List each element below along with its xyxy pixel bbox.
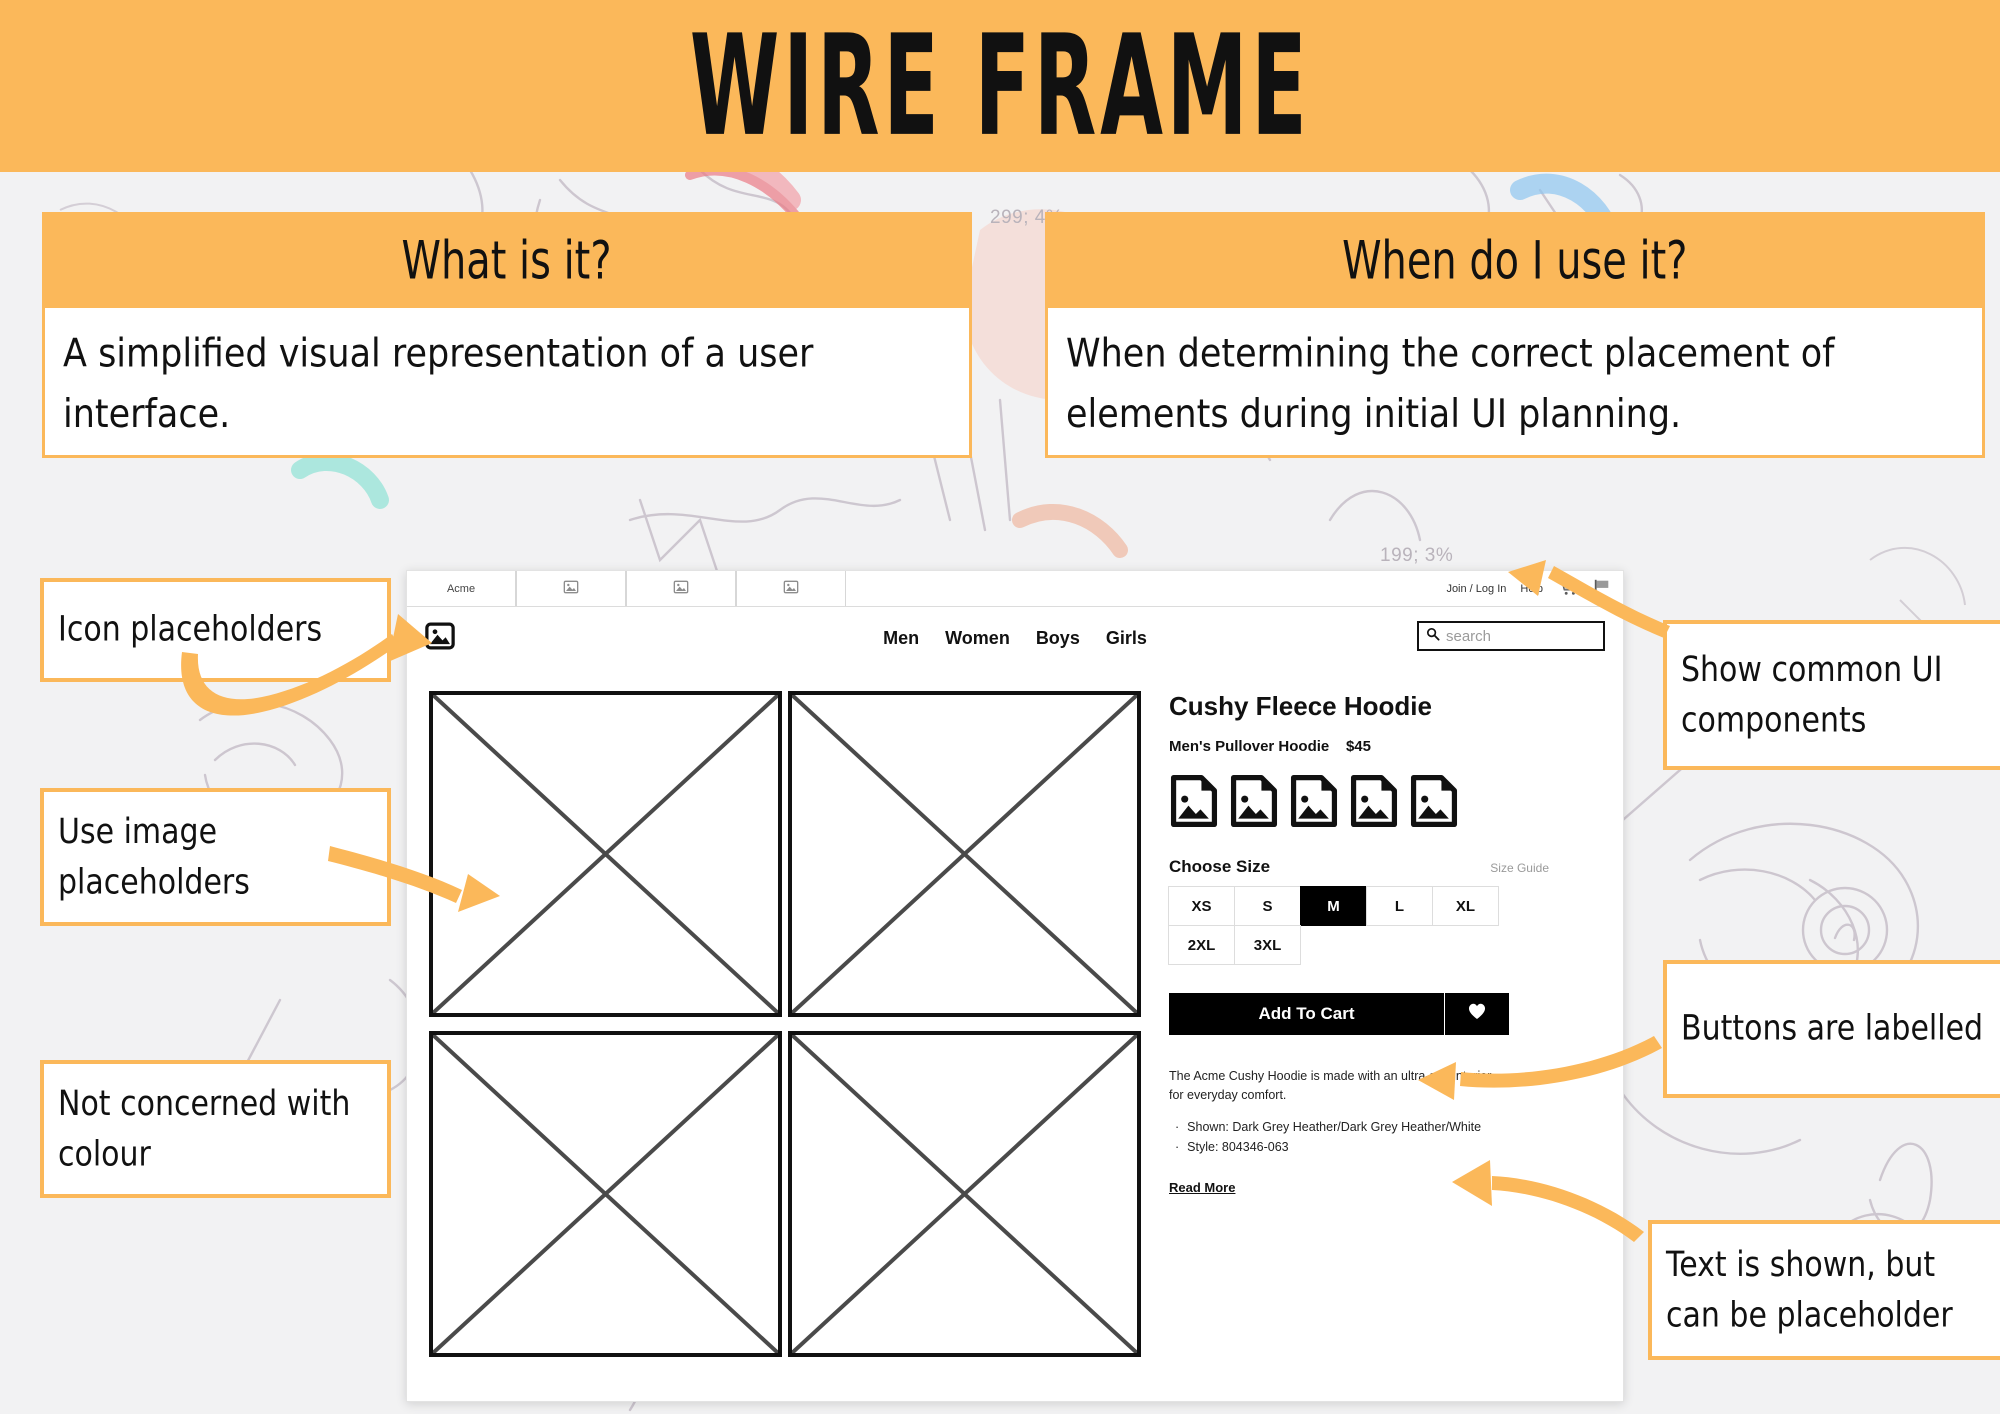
image-icon [673,579,689,598]
cart-icon[interactable] [1557,578,1579,599]
callout-buttons-are-labelled: Buttons are labelled [1663,960,2000,1098]
search-icon [1426,627,1440,646]
image-placeholder-1[interactable] [429,691,782,1017]
flag-icon[interactable] [1593,578,1611,599]
main-navigation: Men Women Boys Girls [883,628,1147,649]
page-title: WIRE FRAME [689,4,1311,168]
nav-item-boys[interactable]: Boys [1036,628,1080,649]
browser-utility-links: Join / Log In Help [1446,571,1623,606]
callout-not-concerned-with-colour: Not concerned with colour [40,1060,391,1198]
image-placeholder-gallery [429,691,1141,1357]
callout-show-common-ui-components: Show common UI components [1663,620,2000,770]
description-bullet-shown: Shown: Dark Grey Heather/Dark Grey Heath… [1175,1117,1509,1138]
size-section-header: Choose Size Size Guide [1169,857,1549,877]
image-placeholder-2[interactable] [788,691,1141,1017]
callout-image-placeholders: Use image placeholders [40,788,391,926]
description-bullet-style: Style: 804346-063 [1175,1137,1509,1158]
site-logo-image-icon[interactable] [425,621,455,656]
size-option-xs[interactable]: XS [1168,886,1235,926]
browser-tab-label: Acme [446,582,476,595]
join-login-link[interactable]: Join / Log In [1446,583,1506,595]
product-subtitle-and-price: Men's Pullover Hoodie $45 [1169,738,1549,755]
heart-icon [1467,1002,1487,1026]
search-placeholder-text: search [1446,627,1492,645]
callout-text: Buttons are labelled [1681,1008,1984,1049]
info-card-when-do-i-use-it: When do I use it? When determining the c… [1045,212,1985,458]
info-card-heading-text: What is it? [401,229,612,291]
image-icon [783,579,799,598]
product-subtitle: Men's Pullover Hoodie [1169,738,1330,755]
size-option-s[interactable]: S [1234,886,1301,926]
product-details: Cushy Fleece Hoodie Men's Pullover Hoodi… [1133,691,1549,1357]
file-image-icon[interactable] [1169,775,1219,827]
size-option-l[interactable]: L [1366,886,1433,926]
product-price: $45 [1345,738,1371,755]
description-text: The Acme Cushy Hoodie is made with an ul… [1169,1069,1492,1102]
site-header: Men Women Boys Girls search [407,607,1623,669]
size-guide-link[interactable]: Size Guide [1490,861,1549,875]
info-card-body-text: A simplified visual representation of a … [63,331,814,438]
info-card-body: A simplified visual representation of a … [42,308,972,458]
callout-text: Icon placeholders [58,609,323,650]
file-image-icon[interactable] [1289,775,1339,827]
wireframe-mockup-window: Acme Join / Log In Help Men Women Boys G… [406,570,1624,1402]
image-placeholder-4[interactable] [788,1031,1141,1357]
header-banner: WIRE FRAME [0,0,2000,172]
description-bullets: Shown: Dark Grey Heather/Dark Grey Heath… [1175,1117,1509,1158]
size-option-xl[interactable]: XL [1432,886,1499,926]
info-card-what-is-it: What is it? A simplified visual represen… [42,212,972,458]
cart-action-row: Add To Cart [1169,993,1509,1035]
callout-text: Use image placeholders [58,811,250,902]
image-icon [563,579,579,598]
info-card-heading-text: When do I use it? [1342,229,1688,291]
browser-tab-4[interactable] [736,571,846,606]
callout-text-is-shown: Text is shown, but can be placeholder [1648,1220,2000,1360]
nav-item-women[interactable]: Women [945,628,1010,649]
info-card-body-text: When determining the correct placement o… [1066,331,1835,438]
help-link[interactable]: Help [1520,583,1543,595]
page-content: Cushy Fleece Hoodie Men's Pullover Hoodi… [407,669,1623,1357]
info-card-heading: What is it? [42,212,972,308]
callout-text: Show common UI components [1681,649,1943,740]
browser-tab-2[interactable] [516,571,626,606]
product-title: Cushy Fleece Hoodie [1169,691,1432,721]
read-more-link[interactable]: Read More [1169,1180,1235,1195]
nav-item-girls[interactable]: Girls [1106,628,1147,649]
file-image-icon[interactable] [1229,775,1279,827]
size-row-2: 2XL 3XL [1168,925,1549,965]
search-input[interactable]: search [1417,621,1605,651]
file-image-icon[interactable] [1349,775,1399,827]
callout-text: Not concerned with colour [58,1083,351,1174]
size-option-m[interactable]: M [1300,886,1367,926]
browser-tab-strip: Acme Join / Log In Help [407,571,1623,607]
favourite-button[interactable] [1444,993,1509,1035]
add-to-cart-button[interactable]: Add To Cart [1169,993,1444,1035]
image-placeholder-3[interactable] [429,1031,782,1357]
callout-icon-placeholders: Icon placeholders [40,578,391,682]
size-option-3xl[interactable]: 3XL [1234,925,1301,965]
size-row-1: XS S M L XL [1168,886,1549,926]
background-number-mid: 199; 3% [1380,545,1454,566]
info-card-body: When determining the correct placement o… [1045,308,1985,458]
browser-tab-acme[interactable]: Acme [407,571,516,606]
product-description: The Acme Cushy Hoodie is made with an ul… [1169,1067,1509,1197]
browser-tab-3[interactable] [626,571,736,606]
choose-size-label: Choose Size [1169,857,1271,876]
info-card-heading: When do I use it? [1045,212,1985,308]
product-thumbnail-strip [1169,775,1549,827]
callout-text: Text is shown, but can be placeholder [1666,1244,1953,1335]
nav-item-men[interactable]: Men [883,628,919,649]
size-option-2xl[interactable]: 2XL [1168,925,1235,965]
file-image-icon[interactable] [1409,775,1459,827]
